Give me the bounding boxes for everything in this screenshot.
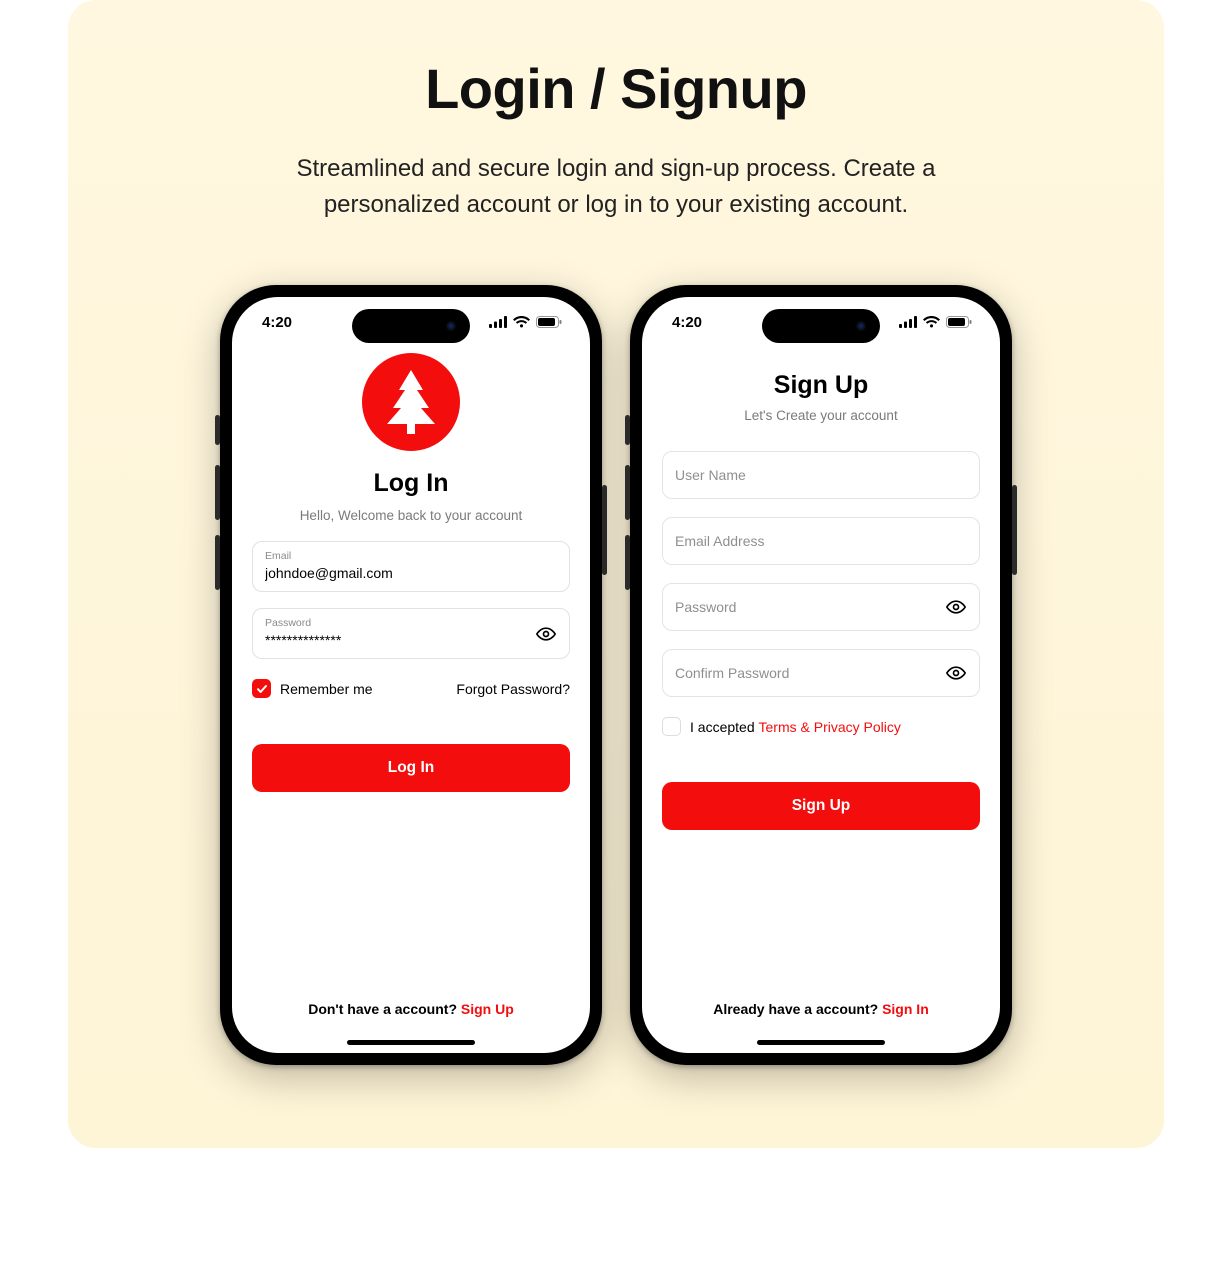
signal-icon — [899, 316, 917, 328]
login-button[interactable]: Log In — [252, 744, 570, 792]
terms-prefix: I accepted — [690, 719, 755, 735]
signup-heading: Sign Up — [662, 371, 980, 400]
username-field[interactable] — [675, 467, 967, 483]
password-label: Password — [265, 617, 557, 629]
login-footer: Don't have a account? Sign Up — [252, 1001, 570, 1017]
phone-power-icon — [1012, 485, 1017, 575]
username-field-wrap[interactable] — [662, 451, 980, 499]
eye-icon[interactable] — [535, 623, 557, 645]
go-signin-link[interactable]: Sign In — [882, 1001, 929, 1017]
email-label: Email — [265, 550, 557, 562]
phone-power-icon — [602, 485, 607, 575]
email-field[interactable] — [265, 562, 557, 581]
email-field[interactable] — [675, 533, 967, 549]
wifi-icon — [923, 316, 940, 328]
home-indicator-icon — [347, 1040, 475, 1045]
login-content: Log In Hello, Welcome back to your accou… — [232, 347, 590, 1053]
login-heading: Log In — [252, 469, 570, 498]
eye-icon[interactable] — [945, 596, 967, 618]
showcase-canvas: Login / Signup Streamlined and secure lo… — [68, 0, 1164, 1148]
go-signup-link[interactable]: Sign Up — [461, 1001, 514, 1017]
signup-footer: Already have a account? Sign In — [662, 1001, 980, 1017]
home-indicator-icon — [757, 1040, 885, 1045]
phones-row: 4:20 — [68, 285, 1164, 1065]
phone-volume-down-icon — [215, 535, 220, 590]
confirm-password-field[interactable] — [675, 665, 967, 681]
status-icons — [899, 316, 972, 328]
email-field-wrap[interactable]: Email — [252, 541, 570, 592]
password-field[interactable] — [675, 599, 967, 615]
login-footer-text: Don't have a account? — [308, 1001, 461, 1017]
checkbox-empty-icon[interactable] — [662, 717, 681, 736]
screen-signup: 4:20 Sign Up Let — [642, 297, 1000, 1053]
terms-link[interactable]: Terms & Privacy Policy — [759, 719, 901, 735]
terms-row[interactable]: I accepted Terms & Privacy Policy — [662, 717, 980, 736]
phone-login: 4:20 — [220, 285, 602, 1065]
signup-content: Sign Up Let's Create your account — [642, 347, 1000, 1053]
page-title: Login / Signup — [68, 56, 1164, 121]
phone-volume-up-icon — [215, 465, 220, 520]
tree-icon — [385, 370, 437, 434]
status-icons — [489, 316, 562, 328]
phone-silence-switch-icon — [625, 415, 630, 445]
page-subtitle: Streamlined and secure login and sign-up… — [256, 151, 976, 223]
email-field-wrap[interactable] — [662, 517, 980, 565]
app-logo — [362, 353, 460, 451]
battery-icon — [946, 316, 972, 328]
phone-signup: 4:20 Sign Up Let — [630, 285, 1012, 1065]
checkbox-checked-icon[interactable] — [252, 679, 271, 698]
status-time: 4:20 — [262, 314, 292, 331]
phone-volume-down-icon — [625, 535, 630, 590]
remember-label: Remember me — [280, 681, 373, 697]
password-field-wrap[interactable] — [662, 583, 980, 631]
forgot-password-link[interactable]: Forgot Password? — [456, 681, 570, 697]
screen-login: 4:20 — [232, 297, 590, 1053]
phone-volume-up-icon — [625, 465, 630, 520]
battery-icon — [536, 316, 562, 328]
signup-subheading: Let's Create your account — [662, 408, 980, 423]
confirm-password-field-wrap[interactable] — [662, 649, 980, 697]
remember-row: Remember me Forgot Password? — [252, 679, 570, 698]
password-field[interactable] — [265, 629, 557, 648]
login-subheading: Hello, Welcome back to your account — [252, 508, 570, 523]
remember-me[interactable]: Remember me — [252, 679, 373, 698]
dynamic-island-icon — [762, 309, 880, 343]
password-field-wrap[interactable]: Password — [252, 608, 570, 659]
signup-button[interactable]: Sign Up — [662, 782, 980, 830]
wifi-icon — [513, 316, 530, 328]
signup-footer-text: Already have a account? — [713, 1001, 882, 1017]
eye-icon[interactable] — [945, 662, 967, 684]
phone-silence-switch-icon — [215, 415, 220, 445]
signal-icon — [489, 316, 507, 328]
dynamic-island-icon — [352, 309, 470, 343]
status-time: 4:20 — [672, 314, 702, 331]
